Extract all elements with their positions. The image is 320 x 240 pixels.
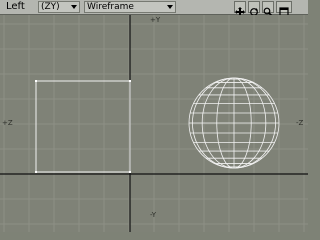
move-view-button[interactable]: [234, 1, 246, 17]
axis-dropdown[interactable]: (ZY): [38, 1, 80, 13]
axis-label-top: +Y: [150, 16, 161, 24]
render-mode-value: Wireframe: [87, 2, 134, 12]
viewport-toolbar: Left (ZY) Wireframe: [0, 0, 308, 17]
render-mode-dropdown[interactable]: Wireframe: [84, 1, 176, 13]
axis-dropdown-value: (ZY): [41, 2, 60, 12]
viewport-grid: [0, 15, 308, 232]
axis-label-left: +Z: [2, 119, 13, 127]
sphere-wireframe[interactable]: [188, 77, 280, 169]
viewport-canvas[interactable]: +Y -Y +Z -Z: [0, 15, 308, 232]
wireframe-viewport[interactable]: +Y -Y +Z -Z: [0, 15, 308, 232]
box-wireframe[interactable]: [35, 80, 131, 173]
axis-label-right: -Z: [296, 119, 304, 127]
chevron-down-icon: [71, 5, 77, 9]
view-name-label[interactable]: Left: [6, 1, 25, 13]
axis-label-bottom: -Y: [150, 211, 157, 219]
maximize-view-button[interactable]: [276, 1, 292, 17]
rotate-view-button[interactable]: [248, 1, 260, 16]
box-vertices: [35, 80, 131, 173]
chevron-down-icon: [167, 5, 173, 9]
zoom-view-button[interactable]: [262, 1, 274, 17]
